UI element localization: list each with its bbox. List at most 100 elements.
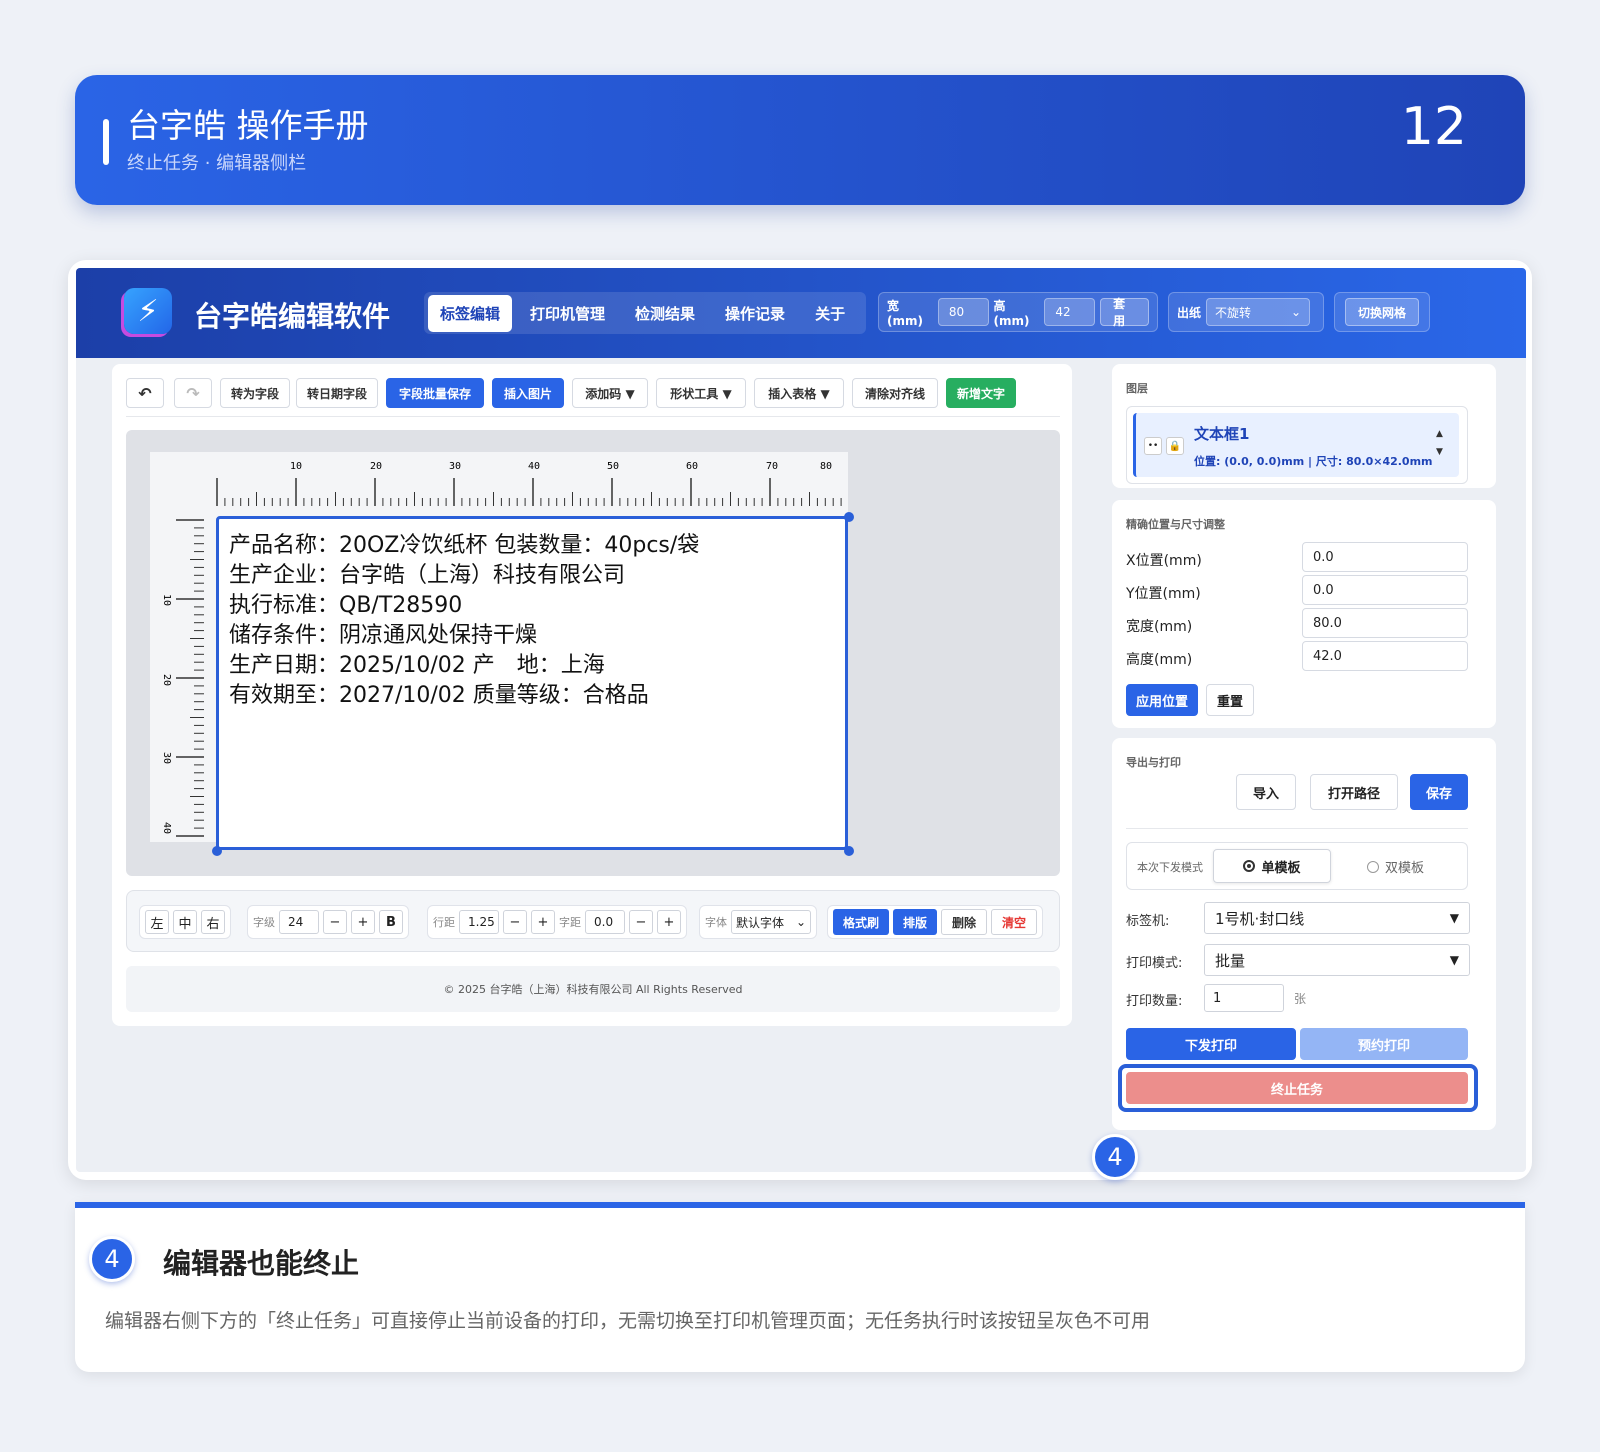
save-button[interactable]: 保存 [1410, 774, 1468, 810]
line-spacing-increase-button[interactable]: + [531, 910, 555, 934]
toggle-grid-button[interactable]: 切换网格 [1344, 298, 1419, 326]
font-size-increase-button[interactable]: + [351, 910, 375, 934]
align-right-button[interactable]: 右 [201, 910, 225, 934]
paper-group: 出纸 不旋转 ⌄ [1168, 292, 1324, 332]
apply-size-button[interactable]: 套用 [1100, 297, 1150, 328]
resize-handle[interactable] [844, 512, 854, 522]
bold-button[interactable]: B [379, 910, 403, 934]
paper-select[interactable]: 不旋转 ⌄ [1206, 298, 1311, 326]
clear-guides-button[interactable]: 清除对齐线 [852, 378, 938, 408]
app-navbar: ⚡ 台字皓编辑软件 标签编辑 打印机管理 检测结果 操作记录 关于 宽(mm) … [76, 268, 1526, 358]
tab-printer-manage[interactable]: 打印机管理 [518, 295, 617, 332]
layer-name: 文本框1 [1194, 425, 1250, 443]
letter-spacing-label: 字距 [559, 916, 581, 929]
shape-tools-button[interactable]: 形状工具 ▼ [656, 378, 746, 408]
schedule-print-button[interactable]: 预约打印 [1300, 1028, 1468, 1060]
import-button[interactable]: 导入 [1236, 774, 1296, 810]
vertical-ruler [176, 519, 204, 837]
double-template-radio[interactable]: 双模板 [1367, 857, 1424, 876]
position-card: 精确位置与尺寸调整 X位置(mm) 0.0 Y位置(mm) 0.0 宽度(mm)… [1112, 500, 1496, 728]
width-field-label: 宽度(mm) [1126, 619, 1193, 635]
printer-value: 1号机·封口线 [1215, 909, 1305, 928]
width-input[interactable]: 80 [937, 298, 989, 326]
open-path-button[interactable]: 打开路径 [1310, 774, 1398, 810]
app-name: 台字皓编辑软件 [194, 300, 391, 333]
label-line: 储存条件：阴凉通风处保持干燥 [229, 623, 538, 648]
width-field-input[interactable]: 80.0 [1302, 608, 1468, 638]
single-template-label: 单模板 [1261, 860, 1301, 876]
font-size-decrease-button[interactable]: − [323, 910, 347, 934]
manual-header: 台字皓 操作手册 终止任务 · 编辑器侧栏 12 [75, 75, 1525, 205]
stop-task-button[interactable]: 终止任务 [1126, 1072, 1468, 1104]
size-group: 宽(mm) 80 高(mm) 42 套用 [878, 292, 1158, 332]
line-spacing-input[interactable]: 1.25 [459, 910, 499, 934]
label-line: 产品名称：20OZ冷饮纸杯 包装数量：40pcs/袋 [229, 533, 700, 558]
delete-button[interactable]: 删除 [941, 909, 988, 935]
quantity-input[interactable]: 1 [1204, 984, 1284, 1012]
radio-checked-icon [1243, 860, 1256, 872]
add-code-button[interactable]: 添加码 ▼ [572, 378, 648, 408]
lock-icon[interactable]: 🔒 [1166, 437, 1184, 455]
letter-spacing-decrease-button[interactable]: − [629, 910, 653, 934]
label-textbox[interactable]: 产品名称：20OZ冷饮纸杯 包装数量：40pcs/袋 生产企业：台字皓（上海）科… [216, 516, 848, 850]
letter-spacing-increase-button[interactable]: + [657, 910, 681, 934]
clear-button[interactable]: 清空 [991, 909, 1038, 935]
layer-info: 位置: (0.0, 0.0)mm | 尺寸: 80.0×42.0mm [1194, 455, 1433, 468]
double-template-label: 双模板 [1385, 861, 1425, 876]
quantity-unit: 张 [1294, 992, 1307, 1006]
layout-button[interactable]: 排版 [893, 909, 938, 935]
align-center-button[interactable]: 中 [173, 910, 197, 934]
batch-save-fields-button[interactable]: 字段批量保存 [386, 378, 484, 408]
tab-detection-results[interactable]: 检测结果 [623, 295, 707, 332]
redo-icon[interactable]: ↷ [174, 378, 212, 408]
printer-label: 标签机: [1126, 914, 1170, 929]
tab-operation-log[interactable]: 操作记录 [713, 295, 797, 332]
x-position-input[interactable]: 0.0 [1302, 542, 1468, 572]
page-number: 12 [1400, 97, 1467, 157]
single-template-radio[interactable]: 单模板 [1213, 849, 1331, 883]
resize-handle[interactable] [212, 846, 222, 856]
add-text-button[interactable]: 新增文字 [946, 378, 1016, 408]
height-input[interactable]: 42 [1044, 298, 1096, 326]
letter-spacing-input[interactable]: 0.0 [585, 910, 625, 934]
h-tick-label: 40 [528, 461, 540, 472]
move-up-icon[interactable]: ▲ [1436, 429, 1443, 439]
h-tick-label: 10 [290, 461, 302, 472]
h-tick-label: 30 [449, 461, 461, 472]
convert-field-button[interactable]: 转为字段 [220, 378, 290, 408]
send-print-button[interactable]: 下发打印 [1126, 1028, 1296, 1060]
h-tick-label: 70 [766, 461, 778, 472]
height-field-label: 高度(mm) [1126, 652, 1193, 668]
dispatch-mode-label: 本次下发模式 [1137, 861, 1203, 874]
apply-position-button[interactable]: 应用位置 [1126, 684, 1198, 716]
position-title: 精确位置与尺寸调整 [1126, 518, 1225, 531]
align-left-button[interactable]: 左 [145, 910, 169, 934]
insert-image-button[interactable]: 插入图片 [492, 378, 564, 408]
line-spacing-decrease-button[interactable]: − [503, 910, 527, 934]
insert-table-button[interactable]: 插入表格 ▼ [754, 378, 844, 408]
undo-icon[interactable]: ↶ [126, 378, 164, 408]
font-size-label: 字级 [253, 916, 275, 929]
move-down-icon[interactable]: ▼ [1436, 447, 1443, 457]
convert-date-field-button[interactable]: 转日期字段 [296, 378, 378, 408]
reset-button[interactable]: 重置 [1206, 684, 1254, 716]
spacing-group: 行距 1.25 − + 字距 0.0 − + [427, 905, 687, 939]
tab-about[interactable]: 关于 [803, 295, 857, 332]
manual-subtitle: 终止任务 · 编辑器侧栏 [127, 153, 307, 174]
action-group: 格式刷 排版 删除 清空 [827, 905, 1044, 939]
eye-icon[interactable]: •• [1144, 437, 1162, 455]
font-select[interactable]: 默认字体 ⌄ [731, 910, 811, 934]
v-tick-label: 20 [161, 674, 172, 686]
y-position-input[interactable]: 0.0 [1302, 575, 1468, 605]
quantity-label: 打印数量: [1126, 994, 1183, 1009]
layer-item[interactable]: •• 🔒 文本框1 位置: (0.0, 0.0)mm | 尺寸: 80.0×42… [1133, 413, 1459, 477]
print-mode-select[interactable]: 批量 ▼ [1204, 944, 1470, 976]
tab-label-edit[interactable]: 标签编辑 [428, 294, 513, 332]
layers-title: 图层 [1126, 382, 1148, 395]
paper-value: 不旋转 [1215, 305, 1252, 320]
font-size-input[interactable]: 24 [279, 910, 319, 934]
format-brush-button[interactable]: 格式刷 [833, 909, 890, 935]
resize-handle[interactable] [844, 846, 854, 856]
height-field-input[interactable]: 42.0 [1302, 641, 1468, 671]
printer-select[interactable]: 1号机·封口线 ▼ [1204, 902, 1470, 934]
